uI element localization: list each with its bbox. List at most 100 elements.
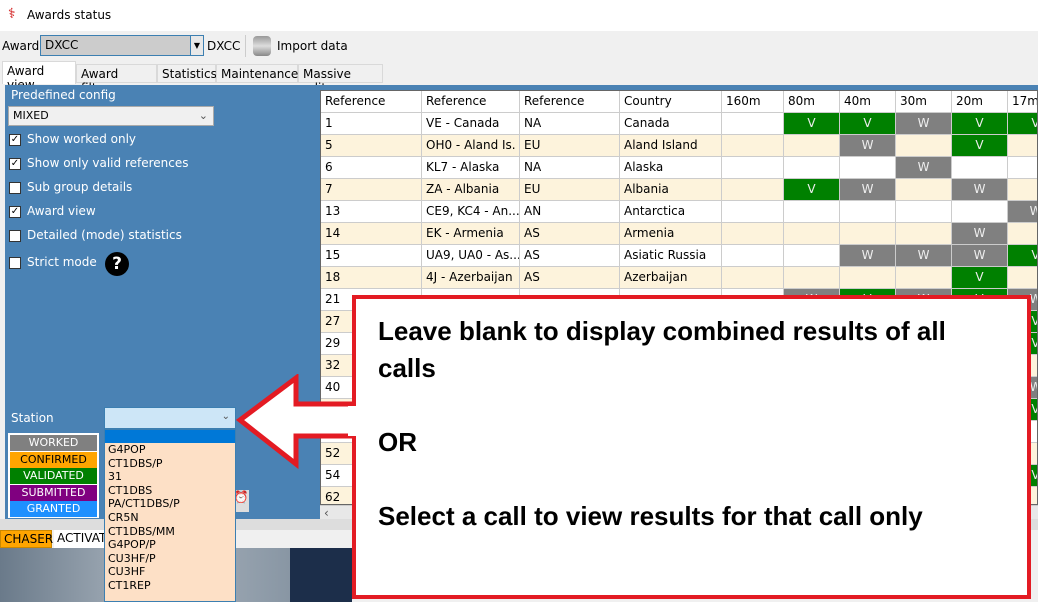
band-cell[interactable] xyxy=(722,113,784,135)
checkbox[interactable] xyxy=(9,230,21,242)
award-select[interactable]: DXCC ▼ xyxy=(40,35,204,56)
table-row[interactable]: 13CE9, KC4 - An...ANAntarctica W xyxy=(321,201,1037,223)
band-cell[interactable] xyxy=(896,201,952,223)
band-cell[interactable] xyxy=(722,157,784,179)
column-header[interactable]: 17m xyxy=(1008,91,1037,113)
dropdown-item[interactable]: CU3HF/P xyxy=(105,552,235,566)
dropdown-item[interactable]: G4POP/P xyxy=(105,538,235,552)
band-cell[interactable] xyxy=(1008,179,1037,201)
band-cell[interactable] xyxy=(1008,157,1037,179)
band-cell[interactable] xyxy=(840,201,896,223)
band-cell[interactable]: V xyxy=(952,267,1008,289)
import-data-button[interactable]: Import data xyxy=(277,39,348,53)
station-select[interactable]: ⌄ xyxy=(104,407,236,429)
band-cell[interactable] xyxy=(896,179,952,201)
checkbox[interactable] xyxy=(9,257,21,269)
tab-award-filters[interactable]: Award filters xyxy=(76,64,157,95)
column-header[interactable]: Reference xyxy=(321,91,422,113)
band-cell[interactable] xyxy=(952,201,1008,223)
table-row[interactable]: 1VE - CanadaNACanadaVVWVV xyxy=(321,113,1037,135)
dropdown-item[interactable]: 31 xyxy=(105,470,235,484)
band-cell[interactable] xyxy=(896,223,952,245)
scroll-left-icon[interactable]: ‹ xyxy=(324,506,329,520)
dropdown-item[interactable]: CT1REP xyxy=(105,579,235,593)
checkbox-label[interactable]: Detailed (mode) statistics xyxy=(27,228,182,242)
band-cell[interactable]: V xyxy=(784,179,840,201)
band-cell[interactable] xyxy=(1008,223,1037,245)
band-cell[interactable] xyxy=(722,179,784,201)
band-cell[interactable] xyxy=(784,223,840,245)
band-cell[interactable] xyxy=(722,223,784,245)
table-row[interactable]: 15UA9, UA0 - As...ASAsiatic RussiaWWWV xyxy=(321,245,1037,267)
checkbox-label[interactable]: Show worked only xyxy=(27,132,136,146)
band-cell[interactable]: V xyxy=(952,135,1008,157)
band-cell[interactable] xyxy=(722,135,784,157)
dropdown-arrow-icon[interactable]: ▼ xyxy=(190,36,203,55)
checkbox[interactable] xyxy=(9,182,21,194)
band-cell[interactable] xyxy=(840,157,896,179)
tab-maintenance[interactable]: Maintenance xyxy=(216,64,298,83)
band-cell[interactable] xyxy=(840,267,896,289)
band-cell[interactable] xyxy=(1008,135,1037,157)
band-cell[interactable] xyxy=(784,135,840,157)
column-header[interactable]: 40m xyxy=(840,91,896,113)
dropdown-item-blank[interactable] xyxy=(105,430,235,443)
band-cell[interactable]: W xyxy=(840,179,896,201)
band-cell[interactable] xyxy=(840,223,896,245)
band-cell[interactable]: W xyxy=(952,223,1008,245)
checkbox-label[interactable]: Show only valid references xyxy=(27,156,189,170)
column-header[interactable]: 30m xyxy=(896,91,952,113)
band-cell[interactable]: V xyxy=(952,113,1008,135)
band-cell[interactable]: W xyxy=(840,135,896,157)
band-cell[interactable] xyxy=(722,201,784,223)
checkbox-label[interactable]: Strict mode xyxy=(27,255,97,269)
tab-statistics[interactable]: Statistics xyxy=(157,64,217,83)
tab-chaser[interactable]: CHASER xyxy=(0,530,53,548)
tab-award-view[interactable]: Award view xyxy=(2,61,76,92)
band-cell[interactable]: W xyxy=(952,245,1008,267)
band-cell[interactable] xyxy=(722,245,784,267)
band-cell[interactable]: V xyxy=(784,113,840,135)
table-row[interactable]: 6 KL7 - Alaska NA Alaska W xyxy=(321,157,1037,179)
band-cell[interactable]: W xyxy=(896,113,952,135)
checkbox[interactable]: ✓ xyxy=(9,206,21,218)
predefined-config-select[interactable]: MIXED ⌄ xyxy=(8,106,214,126)
tab-massive-editor[interactable]: Massive editor xyxy=(298,64,383,95)
column-header[interactable]: 80m xyxy=(784,91,840,113)
band-cell[interactable] xyxy=(1008,267,1037,289)
band-cell[interactable]: W xyxy=(1008,201,1037,223)
band-cell[interactable] xyxy=(896,135,952,157)
band-cell[interactable]: W xyxy=(896,245,952,267)
checkbox-label[interactable]: Award view xyxy=(27,204,96,218)
checkbox-label[interactable]: Sub group details xyxy=(27,180,132,194)
table-row[interactable]: 18 4J - Azerbaijan AS Azerbaijan V xyxy=(321,267,1037,289)
band-cell[interactable] xyxy=(952,157,1008,179)
band-cell[interactable]: V xyxy=(1008,245,1037,267)
column-header[interactable]: Country xyxy=(620,91,722,113)
band-cell[interactable] xyxy=(784,201,840,223)
band-cell[interactable] xyxy=(896,267,952,289)
dropdown-item[interactable]: G4POP xyxy=(105,443,235,457)
help-icon[interactable]: ? xyxy=(105,252,129,276)
band-cell[interactable]: V xyxy=(1008,113,1037,135)
table-row[interactable]: 5 OH0 - Aland Is. EU Aland Island W V xyxy=(321,135,1037,157)
database-import-icon[interactable] xyxy=(253,36,271,56)
checkbox[interactable]: ✓ xyxy=(9,134,21,146)
band-cell[interactable]: W xyxy=(840,245,896,267)
column-header[interactable]: 160m xyxy=(722,91,784,113)
dropdown-item[interactable]: CT1DBS/MM xyxy=(105,525,235,539)
dropdown-item[interactable]: CR5N xyxy=(105,511,235,525)
table-row[interactable]: 7 ZA - Albania EU Albania V W W xyxy=(321,179,1037,201)
checkbox[interactable]: ✓ xyxy=(9,158,21,170)
band-cell[interactable]: W xyxy=(896,157,952,179)
band-cell[interactable] xyxy=(784,245,840,267)
band-cell[interactable]: V xyxy=(840,113,896,135)
band-cell[interactable] xyxy=(784,267,840,289)
band-cell[interactable]: W xyxy=(952,179,1008,201)
column-header[interactable]: 20m xyxy=(952,91,1008,113)
dropdown-item[interactable]: CT1DBS/P xyxy=(105,457,235,471)
dropdown-item[interactable]: PA/CT1DBS/P xyxy=(105,497,235,511)
dropdown-item[interactable]: CU3HF xyxy=(105,565,235,579)
table-row[interactable]: 14 EK - Armenia AS Armenia W xyxy=(321,223,1037,245)
dropdown-item[interactable]: CT1DBS xyxy=(105,484,235,498)
